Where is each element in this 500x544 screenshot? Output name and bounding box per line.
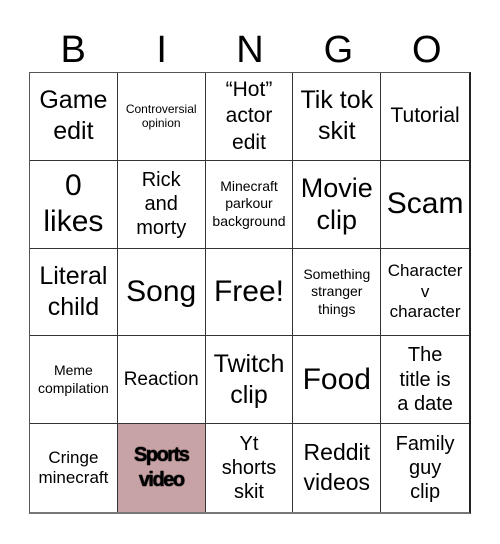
cell-text: Scam: [386, 187, 464, 221]
cell-text: Minecraft parkour background: [212, 177, 286, 229]
cell-text: Family guy clip: [395, 432, 455, 504]
header-letter-i: I: [156, 29, 167, 71]
bingo-cell[interactable]: Character v character: [381, 249, 469, 337]
bingo-cell[interactable]: Reaction: [117, 336, 206, 425]
cell-text: Movie clip: [300, 172, 373, 236]
bingo-cell[interactable]: The title is a date: [381, 336, 469, 425]
bingo-cell[interactable]: Reddit videos: [293, 424, 382, 512]
bingo-cell[interactable]: “Hot” actor edit: [205, 73, 294, 161]
cell-text: Sports video: [134, 444, 190, 492]
bingo-cell[interactable]: Minecraft parkour background: [205, 160, 294, 249]
cell-text: Cringe minecraft: [38, 447, 109, 488]
bingo-cell free-space[interactable]: Free!: [205, 248, 294, 337]
cell-text: Tutorial: [390, 104, 460, 128]
header-letter-b: B: [60, 29, 86, 71]
cell-text: Game edit: [39, 86, 108, 146]
bingo-cell-marked[interactable]: Sports video: [117, 424, 206, 512]
cell-text: Free!: [213, 274, 284, 308]
bingo-cell[interactable]: Family guy clip: [381, 424, 469, 512]
bingo-cell[interactable]: Something stranger things: [293, 248, 382, 337]
bingo-cell[interactable]: Movie clip: [293, 160, 382, 249]
cell-text: Song: [126, 274, 197, 308]
cell-text: The title is a date: [397, 344, 453, 415]
bingo-cell[interactable]: Meme compilation: [30, 336, 118, 425]
bingo-cell[interactable]: Scam: [381, 161, 469, 249]
cell-text: Controversial opinion: [125, 102, 197, 131]
cell-text: Literal child: [39, 261, 108, 321]
bingo-cell[interactable]: Twitch clip: [205, 336, 294, 425]
bingo-cell[interactable]: Tutorial: [381, 73, 469, 161]
bingo-cell[interactable]: Food: [293, 336, 382, 425]
header-letter-g: G: [323, 29, 354, 71]
cell-text: 0 likes: [43, 169, 104, 239]
cell-text: Twitch clip: [213, 349, 285, 409]
cell-text: Tik tok skit: [300, 86, 374, 146]
cell-text: Yt shorts skit: [221, 432, 277, 504]
cell-text: “Hot” actor edit: [225, 78, 273, 154]
cell-text: Reaction: [123, 369, 199, 391]
bingo-cell[interactable]: Game edit: [30, 73, 118, 161]
bingo-cell[interactable]: Tik tok skit: [293, 73, 382, 161]
cell-text: Food: [302, 362, 371, 396]
cell-text: Reddit videos: [303, 439, 371, 496]
bingo-cell[interactable]: 0 likes: [30, 160, 118, 249]
bingo-cell[interactable]: Rick and morty: [117, 160, 206, 249]
bingo-cell[interactable]: Controversial opinion: [117, 73, 206, 161]
bingo-card: Game edit Controversial opinion “Hot” ac…: [29, 72, 471, 514]
bingo-cell[interactable]: Song: [117, 248, 206, 337]
bingo-header: B I N G O: [29, 28, 471, 72]
header-letter-o: O: [412, 29, 442, 71]
bingo-cell[interactable]: Yt shorts skit: [206, 424, 294, 512]
header-letter-n: N: [236, 29, 264, 71]
cell-text: Character v character: [387, 261, 463, 322]
bingo-cell[interactable]: Literal child: [30, 248, 118, 337]
cell-text: Rick and morty: [136, 168, 187, 240]
cell-text: Something stranger things: [303, 265, 371, 317]
bingo-cell[interactable]: Cringe minecraft: [30, 424, 118, 512]
cell-text: Meme compilation: [37, 362, 109, 396]
